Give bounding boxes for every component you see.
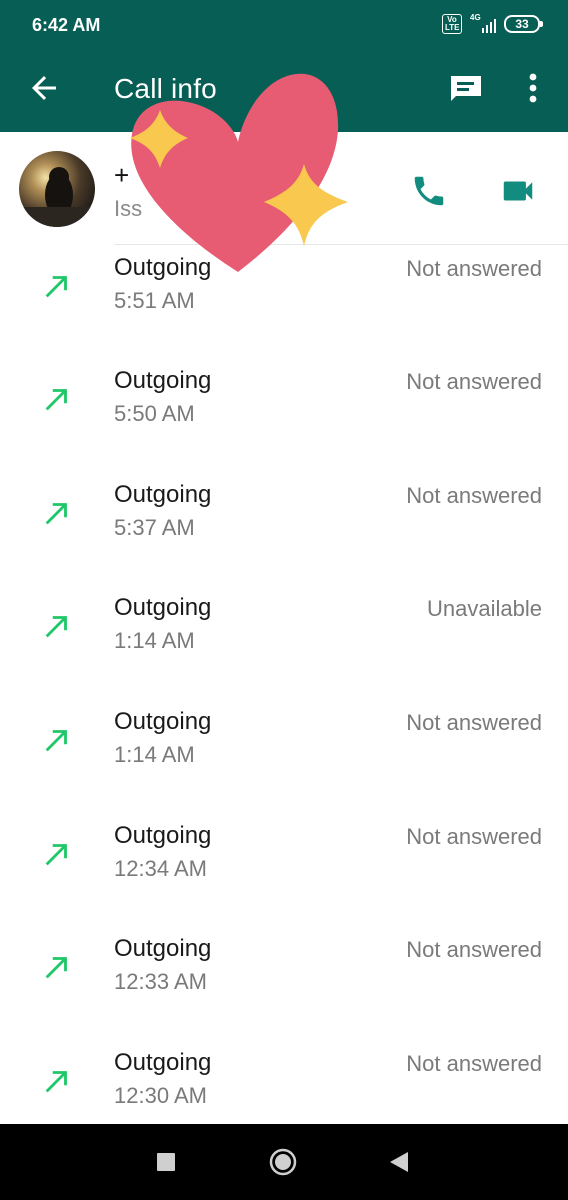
contact-name: +: [114, 160, 130, 190]
call-time: 12:33 AM: [114, 969, 207, 994]
contact-status-ellipsis: ...: [300, 196, 319, 221]
call-status: Not answered: [406, 1051, 542, 1076]
outgoing-call-arrow-icon: [40, 382, 74, 416]
message-icon[interactable]: [446, 72, 486, 106]
more-vert-icon[interactable]: [518, 70, 548, 106]
call-time: 12:30 AM: [114, 1083, 207, 1108]
call-status: Not answered: [406, 710, 542, 735]
back-triangle-icon[interactable]: [388, 1150, 410, 1174]
call-type: Outgoing: [114, 254, 212, 281]
signal-icon: 4G: [470, 13, 496, 33]
battery-icon: 33: [504, 15, 543, 33]
call-type: Outgoing: [114, 367, 212, 394]
outgoing-call-arrow-icon: [40, 609, 74, 643]
outgoing-call-arrow-icon: [40, 837, 74, 871]
call-log-row: Outgoing 12:33 AM Not answered: [0, 926, 568, 1039]
outgoing-call-arrow-icon: [40, 496, 74, 530]
call-status: Not answered: [406, 256, 542, 281]
back-arrow-icon[interactable]: [26, 70, 62, 106]
page-title: Call info: [114, 73, 217, 104]
call-log-row: Outgoing 5:50 AM Not answered: [0, 358, 568, 471]
status-icons: Vo LTE 4G 33: [442, 13, 543, 34]
call-type: Outgoing: [114, 822, 212, 849]
call-time: 12:34 AM: [114, 856, 207, 881]
outgoing-call-arrow-icon: [40, 950, 74, 984]
avatar[interactable]: [19, 151, 95, 227]
call-log-row: Outgoing 5:37 AM Not answered: [0, 472, 568, 585]
outgoing-call-arrow-icon: [40, 723, 74, 757]
call-log-row: Outgoing 12:34 AM Not answered: [0, 813, 568, 926]
call-status: Not answered: [406, 483, 542, 508]
call-log-row: Outgoing 1:14 AM Unavailable: [0, 585, 568, 698]
outgoing-call-arrow-icon: [40, 269, 74, 303]
volte-icon: Vo LTE: [442, 14, 462, 34]
call-time: 5:51 AM: [114, 288, 195, 313]
recents-square-icon[interactable]: [156, 1152, 176, 1172]
call-time: 1:14 AM: [114, 742, 195, 767]
system-nav-bar: [0, 1124, 568, 1200]
call-type: Outgoing: [114, 594, 212, 621]
contact-status: Iss: [114, 196, 143, 221]
call-status: Unavailable: [427, 596, 542, 621]
call-type: Outgoing: [114, 1049, 212, 1076]
app-bar: Call info: [0, 44, 568, 132]
call-type: Outgoing: [114, 935, 212, 962]
status-bar: 6:42 AM Vo LTE 4G 33: [0, 0, 568, 44]
home-circle-icon[interactable]: [269, 1148, 297, 1176]
call-time: 1:14 AM: [114, 628, 195, 653]
call-time: 5:37 AM: [114, 515, 195, 540]
call-type: Outgoing: [114, 481, 212, 508]
contact-row[interactable]: + Iss ...: [0, 132, 568, 244]
call-status: Not answered: [406, 824, 542, 849]
outgoing-call-arrow-icon: [40, 1064, 74, 1098]
call-time: 5:50 AM: [114, 401, 195, 426]
call-log-row: Outgoing 1:14 AM Not answered: [0, 699, 568, 812]
status-time: 6:42 AM: [32, 15, 101, 35]
call-status: Not answered: [406, 937, 542, 962]
call-type: Outgoing: [114, 708, 212, 735]
call-status: Not answered: [406, 369, 542, 394]
call-log-row: Outgoing 5:51 AM Not answered: [0, 245, 568, 358]
phone-icon[interactable]: [410, 172, 448, 210]
network-type-label: 4G: [470, 13, 481, 22]
videocam-icon[interactable]: [498, 172, 538, 210]
